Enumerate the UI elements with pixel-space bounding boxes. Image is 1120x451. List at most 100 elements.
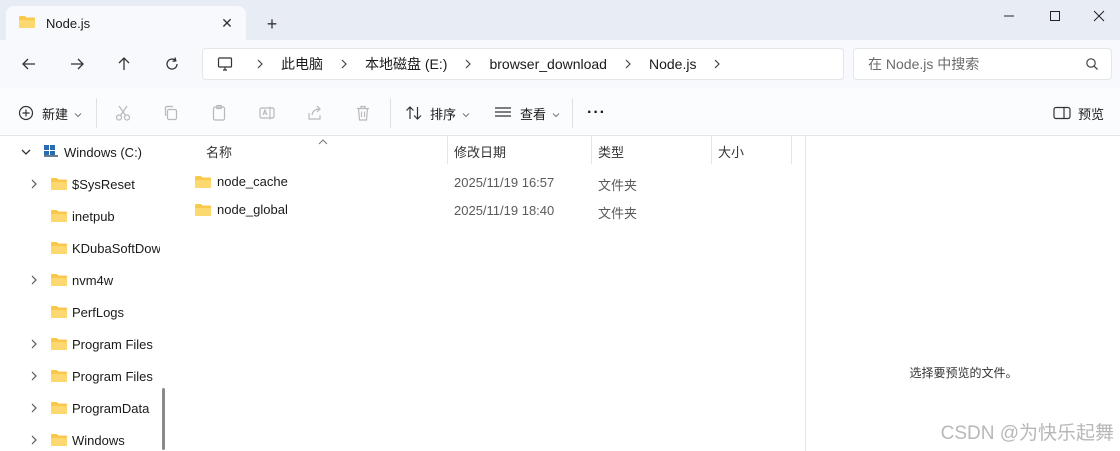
navigation-pane: Windows (C:) $SysReset inetpub KDubaSoft… [0, 136, 172, 451]
copy-button[interactable] [162, 100, 180, 126]
column-divider[interactable] [711, 136, 712, 164]
chevron-right-icon[interactable] [28, 402, 40, 414]
column-header-modified[interactable]: 修改日期 [454, 142, 506, 161]
share-button[interactable] [306, 100, 324, 126]
list-view-icon [494, 106, 512, 120]
column-header-type[interactable]: 类型 [598, 142, 624, 161]
sidebar-item-windows[interactable]: Windows [0, 424, 160, 451]
new-tab-button[interactable]: + [260, 12, 284, 36]
sort-button[interactable]: 排序 [405, 100, 470, 126]
sidebar-item-label: ProgramData [72, 400, 150, 416]
address-bar[interactable]: 此电脑 本地磁盘 (E:) browser_download Node.js [202, 48, 844, 80]
copy-icon [162, 104, 180, 122]
tab-node-js[interactable]: Node.js ✕ [6, 6, 246, 40]
chevron-down-icon[interactable] [20, 146, 32, 158]
separator [572, 98, 573, 128]
sidebar-item-label: PerfLogs [72, 304, 125, 320]
tab-close-icon[interactable]: ✕ [218, 14, 236, 32]
search-icon[interactable] [1085, 57, 1099, 74]
delete-button[interactable] [354, 100, 372, 126]
refresh-button[interactable] [157, 50, 187, 78]
sidebar-item-perflogs[interactable]: PerfLogs [0, 296, 160, 328]
preview-pane-button[interactable]: 预览 [1053, 100, 1104, 126]
file-row[interactable]: node_global 2025/11/19 18:40 文件夹 [184, 196, 794, 224]
breadcrumb-this-pc[interactable]: 此电脑 [273, 54, 331, 74]
search-placeholder: 在 Node.js 中搜索 [868, 56, 980, 72]
more-options-button[interactable]: ··· [587, 100, 606, 126]
sidebar-item-windows-c[interactable]: Windows (C:) [0, 136, 160, 168]
chevron-right-icon [247, 59, 273, 69]
title-bar: Node.js ✕ + [0, 0, 1120, 40]
chevron-right-icon [331, 59, 357, 69]
maximize-button[interactable] [1032, 0, 1078, 32]
breadcrumb-local-disk-e[interactable]: 本地磁盘 (E:) [357, 54, 455, 74]
folder-icon [50, 273, 68, 287]
column-header-name[interactable]: 名称 [206, 142, 232, 161]
sidebar-scrollbar[interactable] [162, 388, 165, 450]
sidebar-item-label: Windows (C:) [64, 144, 143, 160]
separator [390, 98, 391, 128]
watermark: CSDN @为快乐起舞 [940, 423, 1114, 444]
new-button[interactable]: 新建 [18, 100, 82, 126]
sort-icon [405, 105, 423, 121]
sidebar-item-program-files-x86[interactable]: Program Files [0, 360, 160, 392]
sidebar-item-program-files[interactable]: Program Files [0, 328, 160, 360]
search-box[interactable]: 在 Node.js 中搜索 [853, 48, 1112, 80]
chevron-down-icon [552, 106, 560, 121]
plus-circle-icon [18, 105, 34, 121]
file-row[interactable]: node_cache 2025/11/19 16:57 文件夹 [184, 168, 794, 196]
chevron-down-icon [462, 106, 470, 121]
sidebar-item-label: nvm4w [72, 272, 114, 288]
folder-icon [194, 175, 212, 189]
chevron-right-icon[interactable] [28, 178, 40, 190]
sidebar-item-nvm4w[interactable]: nvm4w [0, 264, 160, 296]
file-type: 文件夹 [598, 206, 638, 221]
sidebar-item-programdata[interactable]: ProgramData [0, 392, 160, 424]
breadcrumb-node-js[interactable]: Node.js [641, 56, 704, 72]
folder-icon [50, 209, 68, 223]
breadcrumb-browser-download[interactable]: browser_download [481, 56, 615, 72]
view-label: 查看 [520, 106, 547, 122]
column-divider[interactable] [591, 136, 592, 164]
sidebar-item-label: Program Files [72, 368, 153, 384]
chevron-right-icon[interactable] [704, 59, 730, 69]
folder-icon [50, 401, 68, 415]
preview-pane: 选择要预览的文件。 [805, 136, 1120, 451]
trash-icon [354, 104, 372, 122]
chevron-right-icon[interactable] [28, 274, 40, 286]
sidebar-item-kdubasoftdow[interactable]: KDubaSoftDow [0, 232, 160, 264]
chevron-right-icon[interactable] [28, 338, 40, 350]
separator [96, 98, 97, 128]
close-window-button[interactable] [1076, 0, 1120, 32]
forward-button[interactable] [62, 50, 92, 78]
column-divider[interactable] [447, 136, 448, 164]
chevron-right-icon [615, 59, 641, 69]
minimize-button[interactable] [986, 0, 1032, 32]
folder-icon [50, 337, 68, 351]
sidebar-item-label: Program Files [72, 336, 153, 352]
tab-title: Node.js [46, 15, 91, 31]
column-divider[interactable] [791, 136, 792, 164]
computer-icon [203, 56, 247, 72]
cut-button[interactable] [114, 100, 132, 126]
up-button[interactable] [109, 50, 139, 78]
chevron-right-icon [455, 59, 481, 69]
rename-button[interactable] [258, 100, 276, 126]
share-icon [306, 104, 324, 122]
scissors-icon [114, 104, 132, 122]
sidebar-item-sysreset[interactable]: $SysReset [0, 168, 160, 200]
file-name: node_cache [217, 174, 288, 189]
sidebar-item-inetpub[interactable]: inetpub [0, 200, 160, 232]
sort-label: 排序 [430, 106, 457, 122]
view-button[interactable]: 查看 [494, 100, 560, 126]
preview-empty-message: 选择要预览的文件。 [909, 366, 1018, 380]
paste-button[interactable] [210, 100, 228, 126]
column-header-size[interactable]: 大小 [718, 142, 744, 161]
folder-icon [50, 433, 68, 447]
chevron-right-icon[interactable] [28, 370, 40, 382]
back-button[interactable] [14, 50, 44, 78]
folder-icon [18, 15, 36, 32]
new-label: 新建 [42, 106, 69, 122]
file-modified: 2025/11/19 18:40 [454, 203, 555, 218]
chevron-right-icon[interactable] [28, 434, 40, 446]
